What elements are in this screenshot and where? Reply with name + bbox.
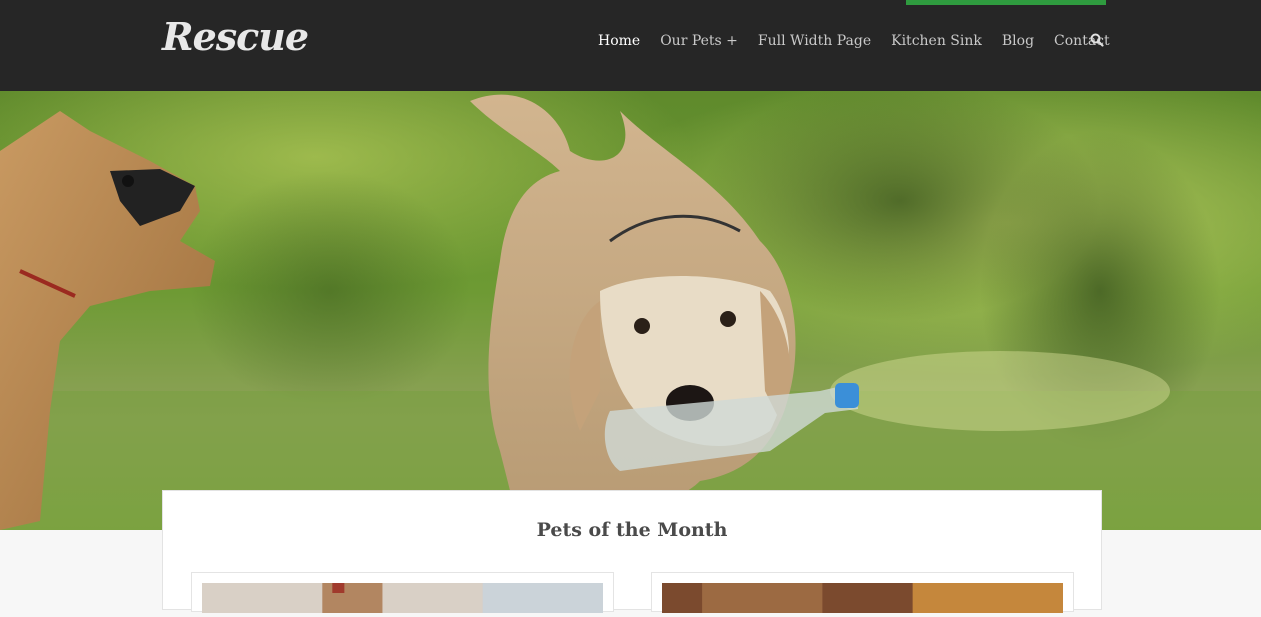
pet-card[interactable]	[191, 572, 614, 613]
pet-card[interactable]	[651, 572, 1074, 613]
nav-our-pets[interactable]: Our Pets +	[660, 33, 738, 49]
nav-full-width-page[interactable]: Full Width Page	[758, 33, 871, 49]
nav-home[interactable]: Home	[598, 33, 640, 49]
header-accent-bar	[906, 0, 1106, 5]
hero-image	[0, 91, 1261, 530]
pet-photo[interactable]	[202, 583, 603, 613]
site-header: Rescue Home Our Pets + Full Width Page K…	[0, 0, 1261, 91]
nav-blog[interactable]: Blog	[1002, 33, 1034, 49]
pet-photo[interactable]	[662, 583, 1063, 613]
hero-photo	[0, 91, 1261, 530]
pets-of-month-section: Pets of the Month	[162, 490, 1102, 613]
site-logo[interactable]: Rescue	[162, 14, 309, 59]
search-icon[interactable]	[1090, 33, 1104, 47]
main-nav: Home Our Pets + Full Width Page Kitchen …	[598, 31, 1130, 51]
section-title: Pets of the Month	[536, 519, 728, 541]
nav-kitchen-sink[interactable]: Kitchen Sink	[891, 33, 982, 49]
